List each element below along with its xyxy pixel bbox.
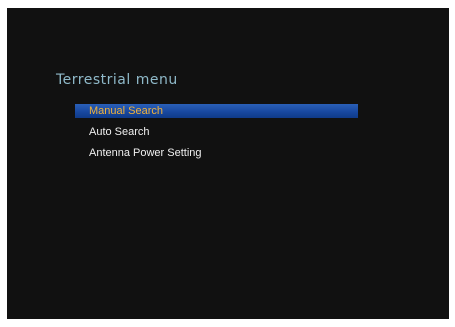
- menu-title: Terrestrial menu: [56, 72, 178, 88]
- menu-item-auto-search[interactable]: Auto Search: [75, 125, 358, 139]
- tv-screen: Terrestrial menu Manual Search Auto Sear…: [7, 8, 449, 319]
- menu-item-manual-search[interactable]: Manual Search: [75, 104, 358, 118]
- menu-item-antenna-power-setting[interactable]: Antenna Power Setting: [75, 146, 358, 160]
- terrestrial-menu-list: Manual Search Auto Search Antenna Power …: [75, 104, 358, 167]
